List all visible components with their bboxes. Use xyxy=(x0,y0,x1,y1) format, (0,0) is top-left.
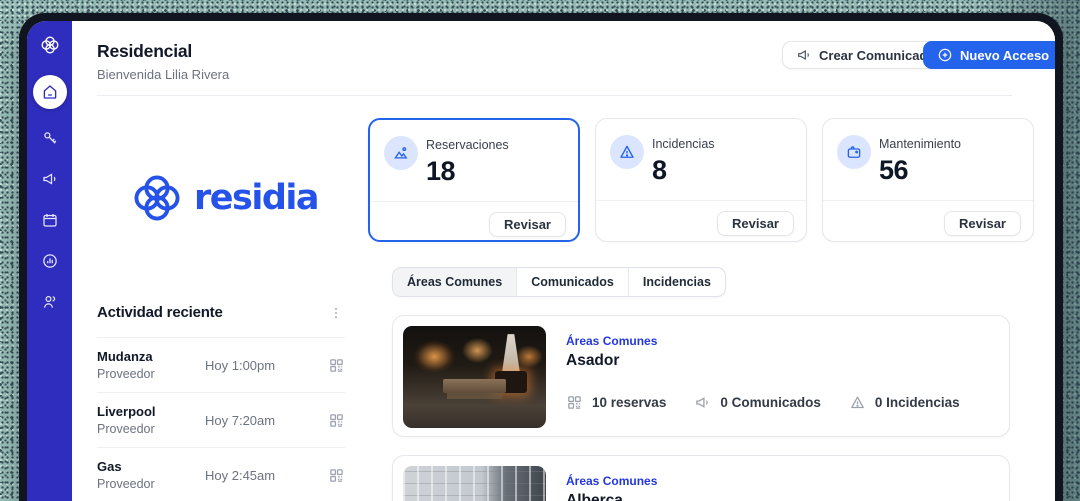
users-icon xyxy=(43,295,55,308)
sidebar-item-reservations[interactable] xyxy=(33,203,67,237)
stat-value: 56 xyxy=(879,155,909,185)
tab-areas-comunes[interactable]: Áreas Comunes xyxy=(393,268,518,296)
review-button[interactable]: Revisar xyxy=(717,211,794,236)
area-stats: 10 reservas 0 Comunicados 0 Incidencias xyxy=(566,394,978,411)
review-button[interactable]: Revisar xyxy=(944,211,1021,236)
content-tabs: Áreas Comunes Comunicados Incidencias xyxy=(392,267,726,297)
photo-chimney xyxy=(501,334,521,375)
photo-table xyxy=(443,379,506,394)
activity-name: Mudanza xyxy=(97,349,153,364)
activity-type: Proveedor xyxy=(97,422,155,436)
brand-logo: residia xyxy=(128,169,320,227)
activity-type: Proveedor xyxy=(97,477,155,491)
review-button[interactable]: Revisar xyxy=(489,212,566,237)
new-access-button[interactable]: Nuevo Acceso xyxy=(923,41,1055,69)
megaphone-icon xyxy=(42,173,55,185)
activity-name: Gas xyxy=(97,459,122,474)
app-window-frame: Residencial Bienvenida Lilia Rivera Crea… xyxy=(19,13,1063,501)
stat-card-reservaciones[interactable]: Reservaciones 18 Revisar xyxy=(368,118,580,242)
sidebar xyxy=(27,21,72,501)
qr-code-icon[interactable] xyxy=(328,412,345,429)
key-icon xyxy=(43,132,56,144)
warning-icon xyxy=(849,394,866,411)
stat-label: Incidencias xyxy=(652,137,715,151)
residia-logo-icon xyxy=(39,34,61,56)
image-icon xyxy=(384,136,418,170)
megaphone-icon xyxy=(798,49,809,61)
sidebar-item-announcements[interactable] xyxy=(33,162,67,196)
divider xyxy=(596,200,806,201)
stat-card-mantenimiento[interactable]: Mantenimiento 56 Revisar xyxy=(822,118,1034,242)
recent-activity-panel: Actividad reciente Mudanza Proveedor Hoy… xyxy=(97,304,345,501)
calendar-icon xyxy=(42,214,57,227)
new-access-label: Nuevo Acceso xyxy=(960,47,1050,63)
incidencias-stat: 0 Incidencias xyxy=(849,394,960,411)
tab-comunicados[interactable]: Comunicados xyxy=(517,268,629,296)
activity-row[interactable]: Mudanza Proveedor Hoy 1:00pm xyxy=(97,338,345,393)
area-name: Alberca xyxy=(566,492,623,501)
activity-time: Hoy 2:45am xyxy=(205,467,276,483)
activity-time: Hoy 7:20am xyxy=(205,412,276,428)
comunicados-stat: 0 Comunicados xyxy=(694,394,821,411)
sidebar-item-home[interactable] xyxy=(32,75,67,109)
reservas-count: 10 reservas xyxy=(592,395,667,410)
divider xyxy=(370,201,578,202)
qr-code-icon[interactable] xyxy=(328,467,345,484)
kebab-menu-icon[interactable] xyxy=(327,304,345,322)
incidencias-count: 0 Incidencias xyxy=(874,395,960,410)
divider xyxy=(823,200,1033,201)
activity-row[interactable]: Liverpool Proveedor Hoy 7:20am xyxy=(97,393,345,448)
chart-icon xyxy=(42,254,57,268)
activity-row[interactable]: Gas Proveedor Hoy 2:45am xyxy=(97,448,345,501)
main-content: Residencial Bienvenida Lilia Rivera Crea… xyxy=(72,21,1055,501)
activity-type: Proveedor xyxy=(97,367,155,381)
stat-label: Reservaciones xyxy=(426,138,509,152)
area-card-asador[interactable]: Áreas Comunes Asador 10 reservas 0 Comun… xyxy=(392,315,1010,437)
reservas-stat: 10 reservas xyxy=(566,394,666,411)
plus-circle-icon xyxy=(938,48,952,62)
warning-icon xyxy=(610,135,644,169)
brand-wordmark: residia xyxy=(194,178,320,218)
area-category-link[interactable]: Áreas Comunes xyxy=(566,474,657,488)
stat-label: Mantenimiento xyxy=(879,137,961,151)
alberca-photo xyxy=(403,466,546,501)
wallet-icon xyxy=(837,135,871,169)
header-divider xyxy=(97,95,1012,96)
comunicados-count: 0 Comunicados xyxy=(720,395,821,410)
sidebar-item-reports[interactable] xyxy=(33,244,67,278)
stat-value: 8 xyxy=(652,155,667,185)
activity-name: Liverpool xyxy=(97,404,156,419)
app-window: Residencial Bienvenida Lilia Rivera Crea… xyxy=(27,21,1055,501)
activity-title: Actividad reciente xyxy=(97,304,223,321)
stat-value: 18 xyxy=(426,156,456,186)
area-name: Asador xyxy=(566,352,620,369)
create-announcement-label: Crear Comunicado xyxy=(819,47,936,63)
home-icon xyxy=(43,85,56,99)
page-title: Residencial xyxy=(97,41,193,61)
activity-time: Hoy 1:00pm xyxy=(205,357,276,373)
sidebar-item-access[interactable] xyxy=(33,121,67,155)
area-category-link[interactable]: Áreas Comunes xyxy=(566,334,657,348)
megaphone-icon xyxy=(694,394,711,411)
stat-card-incidencias[interactable]: Incidencias 8 Revisar xyxy=(595,118,807,242)
qr-code-icon[interactable] xyxy=(328,357,345,374)
qr-code-icon xyxy=(566,394,583,411)
welcome-text: Bienvenida Lilia Rivera xyxy=(97,67,230,82)
area-card-alberca[interactable]: Áreas Comunes Alberca xyxy=(392,455,1010,501)
tab-incidencias[interactable]: Incidencias xyxy=(629,268,725,296)
residia-logo-icon xyxy=(134,175,180,221)
asador-photo xyxy=(403,326,546,428)
sidebar-item-residents[interactable] xyxy=(33,285,67,319)
desktop-background: { "header": { "title": "Residencial", "s… xyxy=(0,0,1080,501)
